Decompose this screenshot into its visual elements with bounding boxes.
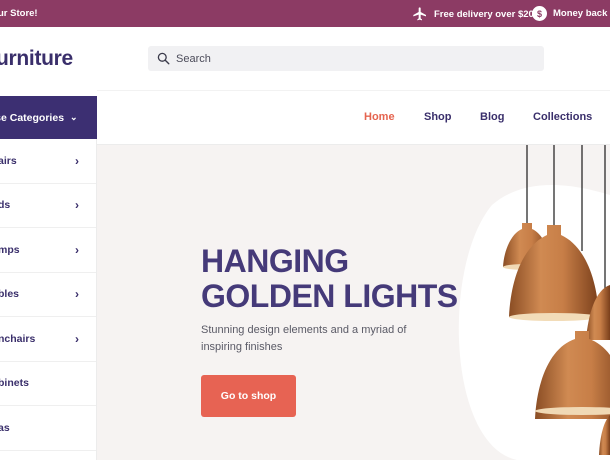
category-item-sofas[interactable]: as <box>0 406 96 451</box>
hero-banner: HANGING GOLDEN LIGHTS Stunning design el… <box>97 145 610 460</box>
category-label: binets <box>0 377 29 390</box>
money-back-text: Money back gu <box>553 8 610 19</box>
category-label: as <box>0 421 10 434</box>
free-delivery-notice: Free delivery over $200 <box>412 6 539 22</box>
free-delivery-text: Free delivery over $200 <box>434 8 540 20</box>
chevron-right-icon: › <box>75 198 79 213</box>
hero-title-line-1: HANGING <box>201 243 349 279</box>
welcome-text: ur Store! <box>0 8 38 19</box>
category-item-chairs[interactable]: airs › <box>0 139 96 184</box>
category-label: ds <box>0 199 11 212</box>
nav-collections[interactable]: Collections <box>533 111 592 123</box>
search-bar[interactable] <box>148 46 544 71</box>
category-label: airs <box>0 154 17 167</box>
brand-logo[interactable]: urniture <box>0 47 73 71</box>
chevron-right-icon: › <box>75 287 79 302</box>
chevron-right-icon: › <box>75 242 79 257</box>
divider <box>97 90 610 91</box>
nav-shop[interactable]: Shop <box>424 111 452 123</box>
category-label: mps <box>0 243 20 256</box>
category-list: airs › ds › mps › bles › nchairs › binet… <box>0 139 97 460</box>
category-item-armchairs[interactable]: nchairs › <box>0 317 96 362</box>
hero-subtitle: Stunning design elements and a myriad of… <box>201 324 407 353</box>
search-icon <box>157 52 170 65</box>
chevron-right-icon: › <box>75 331 79 346</box>
category-label: bles <box>0 288 20 301</box>
browse-categories-label: wse Categories <box>0 111 65 124</box>
chevron-down-icon: ⌄ <box>70 112 78 122</box>
category-label: nchairs <box>0 332 36 345</box>
go-to-shop-button[interactable]: Go to shop <box>201 375 296 417</box>
airplane-icon <box>413 7 426 21</box>
browse-categories-button[interactable]: wse Categories ⌄ <box>0 96 97 139</box>
hero-title: HANGING GOLDEN LIGHTS <box>201 244 458 314</box>
money-back-notice: $ Money back gu <box>532 6 610 21</box>
hero-title-line-2: GOLDEN LIGHTS <box>201 278 458 314</box>
category-item-beds[interactable]: ds › <box>0 184 96 228</box>
nav-blog[interactable]: Blog <box>480 111 504 123</box>
search-input[interactable] <box>176 52 516 65</box>
category-item-cabinets[interactable]: binets <box>0 362 96 406</box>
nav-home[interactable]: Home <box>364 111 395 123</box>
category-item-tables[interactable]: bles › <box>0 273 96 317</box>
chevron-right-icon: › <box>75 153 79 168</box>
category-item-lamps[interactable]: mps › <box>0 228 96 273</box>
dollar-coin-icon: $ <box>532 6 547 21</box>
promo-bar: ur Store! Free delivery over $200 $ Mone… <box>0 0 610 27</box>
